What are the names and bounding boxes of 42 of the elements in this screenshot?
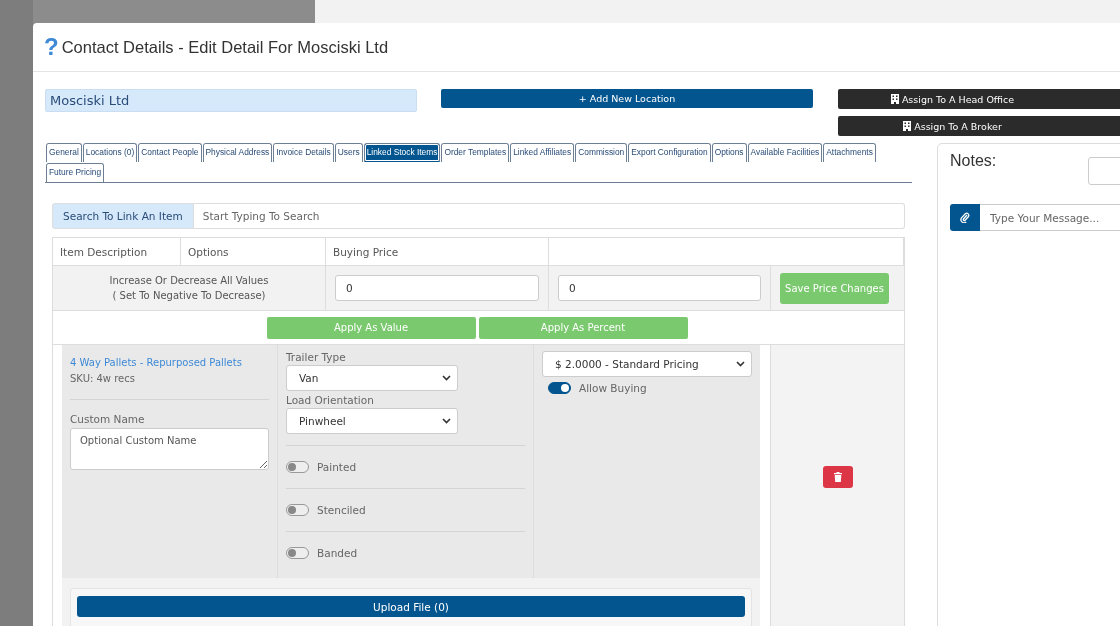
dropdown[interactable]: Pinwheel [286,408,458,434]
name-field[interactable]: Mosciski Ltd [45,89,417,112]
tab[interactable]: Commission [575,143,628,162]
tab[interactable]: Attachments [823,143,876,162]
dialog-title: Contact Details - Edit Detail For Mosciski Ltd [61,37,389,57]
tab[interactable]: Linked Stock Items [363,143,441,162]
toggle-label: Stenciled [317,504,366,516]
dropdown[interactable]: Van [286,365,458,391]
tab[interactable]: Users [334,143,363,162]
assign-button[interactable]: Assign To A Broker [838,116,1120,136]
add-location-button[interactable]: + Add New Location [441,89,813,108]
tab[interactable]: Order Templates [441,143,510,162]
tab[interactable]: Options [711,143,747,162]
help-icon[interactable]: ? [44,33,59,61]
toggle-label: Banded [317,547,358,559]
value-field[interactable]: 0 [335,275,539,301]
toggle-label: Allow Buying [579,382,647,394]
tab[interactable]: Physical Address [202,143,273,162]
tab[interactable]: General [46,143,82,162]
search-field[interactable]: Start Typing To Search [193,203,905,229]
assign-button[interactable]: Assign To A Head Office [838,89,1120,109]
tab[interactable]: Export Configuration [628,143,711,162]
bulk-label: ( Set To Negative To Decrease) [112,289,266,303]
tab[interactable]: Invoice Details [273,143,334,162]
upload-file-button[interactable]: Upload File (0) [77,596,745,617]
custom-name-field[interactable]: Optional Custom Name [70,428,269,470]
price-dropdown[interactable]: $ 2.0000 - Standard Pricing [542,351,752,377]
tab[interactable]: Available Facilities [747,143,823,162]
message-field[interactable]: Type Your Message... [980,204,1120,231]
field-label: Load Orientation [286,394,375,406]
tab[interactable]: Future Pricing [46,163,105,182]
tab[interactable]: Linked Affiliates [510,143,575,162]
field-label: Trailer Type [286,351,347,363]
value-field[interactable]: 0 [558,275,761,301]
bulk-label: Increase Or Decrease All Values [109,274,269,288]
notes-title: Notes: [950,152,997,170]
search-label: Search To Link An Item [52,203,194,229]
tab[interactable]: Contact People [138,143,202,162]
sku-text: SKU: 4w recs [70,373,269,400]
tab[interactable]: Locations (0) [82,143,138,162]
toggle-label: Painted [317,461,357,473]
field-label: Custom Name [70,413,146,425]
